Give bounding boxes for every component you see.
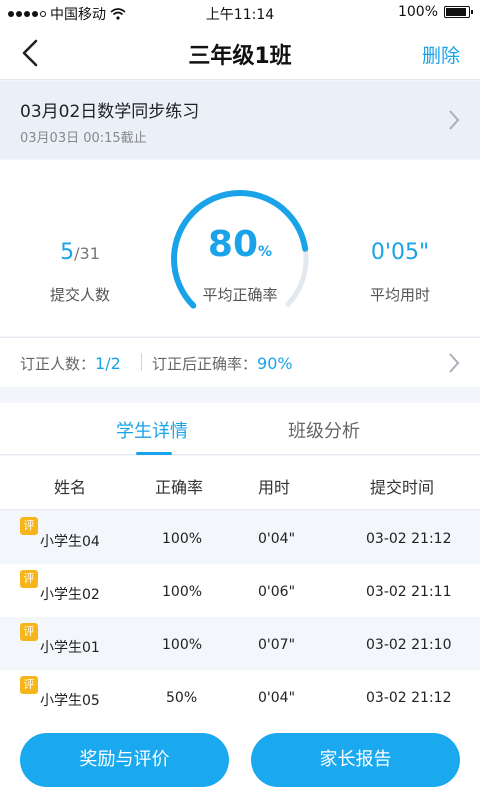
table-row[interactable]: 评 小学生01 100% 0'07" 03-02 21:10 (0, 617, 480, 670)
avg-time-value: 0'05" (370, 240, 430, 265)
tab-bar: 学生详情 班级分析 (0, 403, 480, 455)
table-row[interactable]: 评 小学生05 50% 0'04" 03-02 21:12 (0, 670, 480, 723)
chevron-right-icon (449, 353, 460, 373)
status-bar: 中国移动 上午11:14 100% (0, 0, 480, 26)
correction-row[interactable]: 订正人数：1/2 订正后正确率：90% (0, 337, 480, 387)
student-time: 0'07" (258, 637, 296, 653)
accuracy-unit: % (258, 244, 273, 260)
header-accuracy: 正确率 (155, 478, 204, 497)
battery-icon (444, 6, 473, 18)
student-time: 0'04" (258, 531, 296, 547)
correction-count-value: 1/2 (95, 354, 121, 373)
student-accuracy: 100% (162, 584, 203, 600)
student-name: 小学生02 (40, 587, 100, 603)
review-badge: 评 (20, 676, 38, 694)
student-name: 小学生05 (40, 693, 100, 709)
accuracy-label: 平均正确率 (202, 286, 278, 304)
student-submitted: 03-02 21:12 (366, 531, 452, 547)
student-accuracy: 100% (162, 531, 203, 547)
status-right: 100% (397, 4, 473, 20)
nav-bar: 三年级1班 删除 (0, 26, 480, 80)
student-name: 小学生01 (40, 640, 100, 656)
submitted-count-value: 5 (60, 240, 75, 265)
header-time: 用时 (258, 478, 291, 497)
footer-bar: 奖励与评价 家长报告 (0, 720, 480, 800)
table-header: 姓名 正确率 用时 提交时间 (0, 456, 480, 510)
correction-accuracy-label: 订正后正确率： (152, 355, 258, 373)
tab-class-analysis[interactable]: 班级分析 (288, 417, 360, 443)
assignment-title: 03月02日数学同步练习 (20, 102, 200, 122)
correction-count: 订正人数：1/2 (20, 353, 121, 374)
student-name: 小学生04 (40, 534, 100, 550)
table-row[interactable]: 评 小学生02 100% 0'06" 03-02 21:11 (0, 564, 480, 617)
avg-time-label: 平均用时 (369, 286, 430, 304)
student-submitted: 03-02 21:10 (366, 637, 452, 653)
submitted-label: 提交人数 (49, 286, 110, 304)
submitted-total: /31 (74, 244, 100, 263)
reward-evaluation-button[interactable]: 奖励与评价 (20, 733, 229, 787)
review-badge: 评 (20, 570, 38, 588)
student-time: 0'06" (258, 584, 296, 600)
review-badge: 评 (20, 517, 38, 535)
student-time: 0'04" (258, 690, 296, 706)
parent-report-button[interactable]: 家长报告 (251, 733, 460, 787)
correction-accuracy-value: 90% (257, 354, 293, 373)
battery-percent: 100% (397, 4, 438, 20)
student-submitted: 03-02 21:11 (366, 584, 452, 600)
correction-accuracy: 订正后正确率：90% (152, 353, 293, 374)
active-tab-indicator (136, 452, 172, 455)
tab-student-details[interactable]: 学生详情 (116, 417, 188, 443)
stats-panel: 5/31 提交人数 80% 平均正确率 0'05" 平均用时 (0, 160, 480, 336)
divider (141, 353, 142, 371)
header-name: 姓名 (54, 478, 87, 497)
assignment-header[interactable]: 03月02日数学同步练习 03月03日 00:15截止 (0, 81, 480, 159)
student-accuracy: 100% (162, 637, 203, 653)
header-submitted: 提交时间 (370, 478, 435, 497)
accuracy-value: 80% (165, 224, 315, 265)
accuracy-number: 80 (207, 224, 259, 265)
table-row[interactable]: 评 小学生04 100% 0'04" 03-02 21:12 (0, 511, 480, 564)
page-title: 三年级1班 (188, 44, 292, 69)
delete-button[interactable]: 删除 (422, 41, 460, 68)
correction-count-label: 订正人数： (20, 355, 96, 373)
student-accuracy: 50% (166, 690, 198, 706)
chevron-right-icon (449, 110, 460, 130)
submitted-count: 5/31 (10, 240, 150, 265)
assignment-deadline: 03月03日 00:15截止 (20, 131, 147, 146)
student-submitted: 03-02 21:12 (366, 690, 452, 706)
review-badge: 评 (20, 623, 38, 641)
